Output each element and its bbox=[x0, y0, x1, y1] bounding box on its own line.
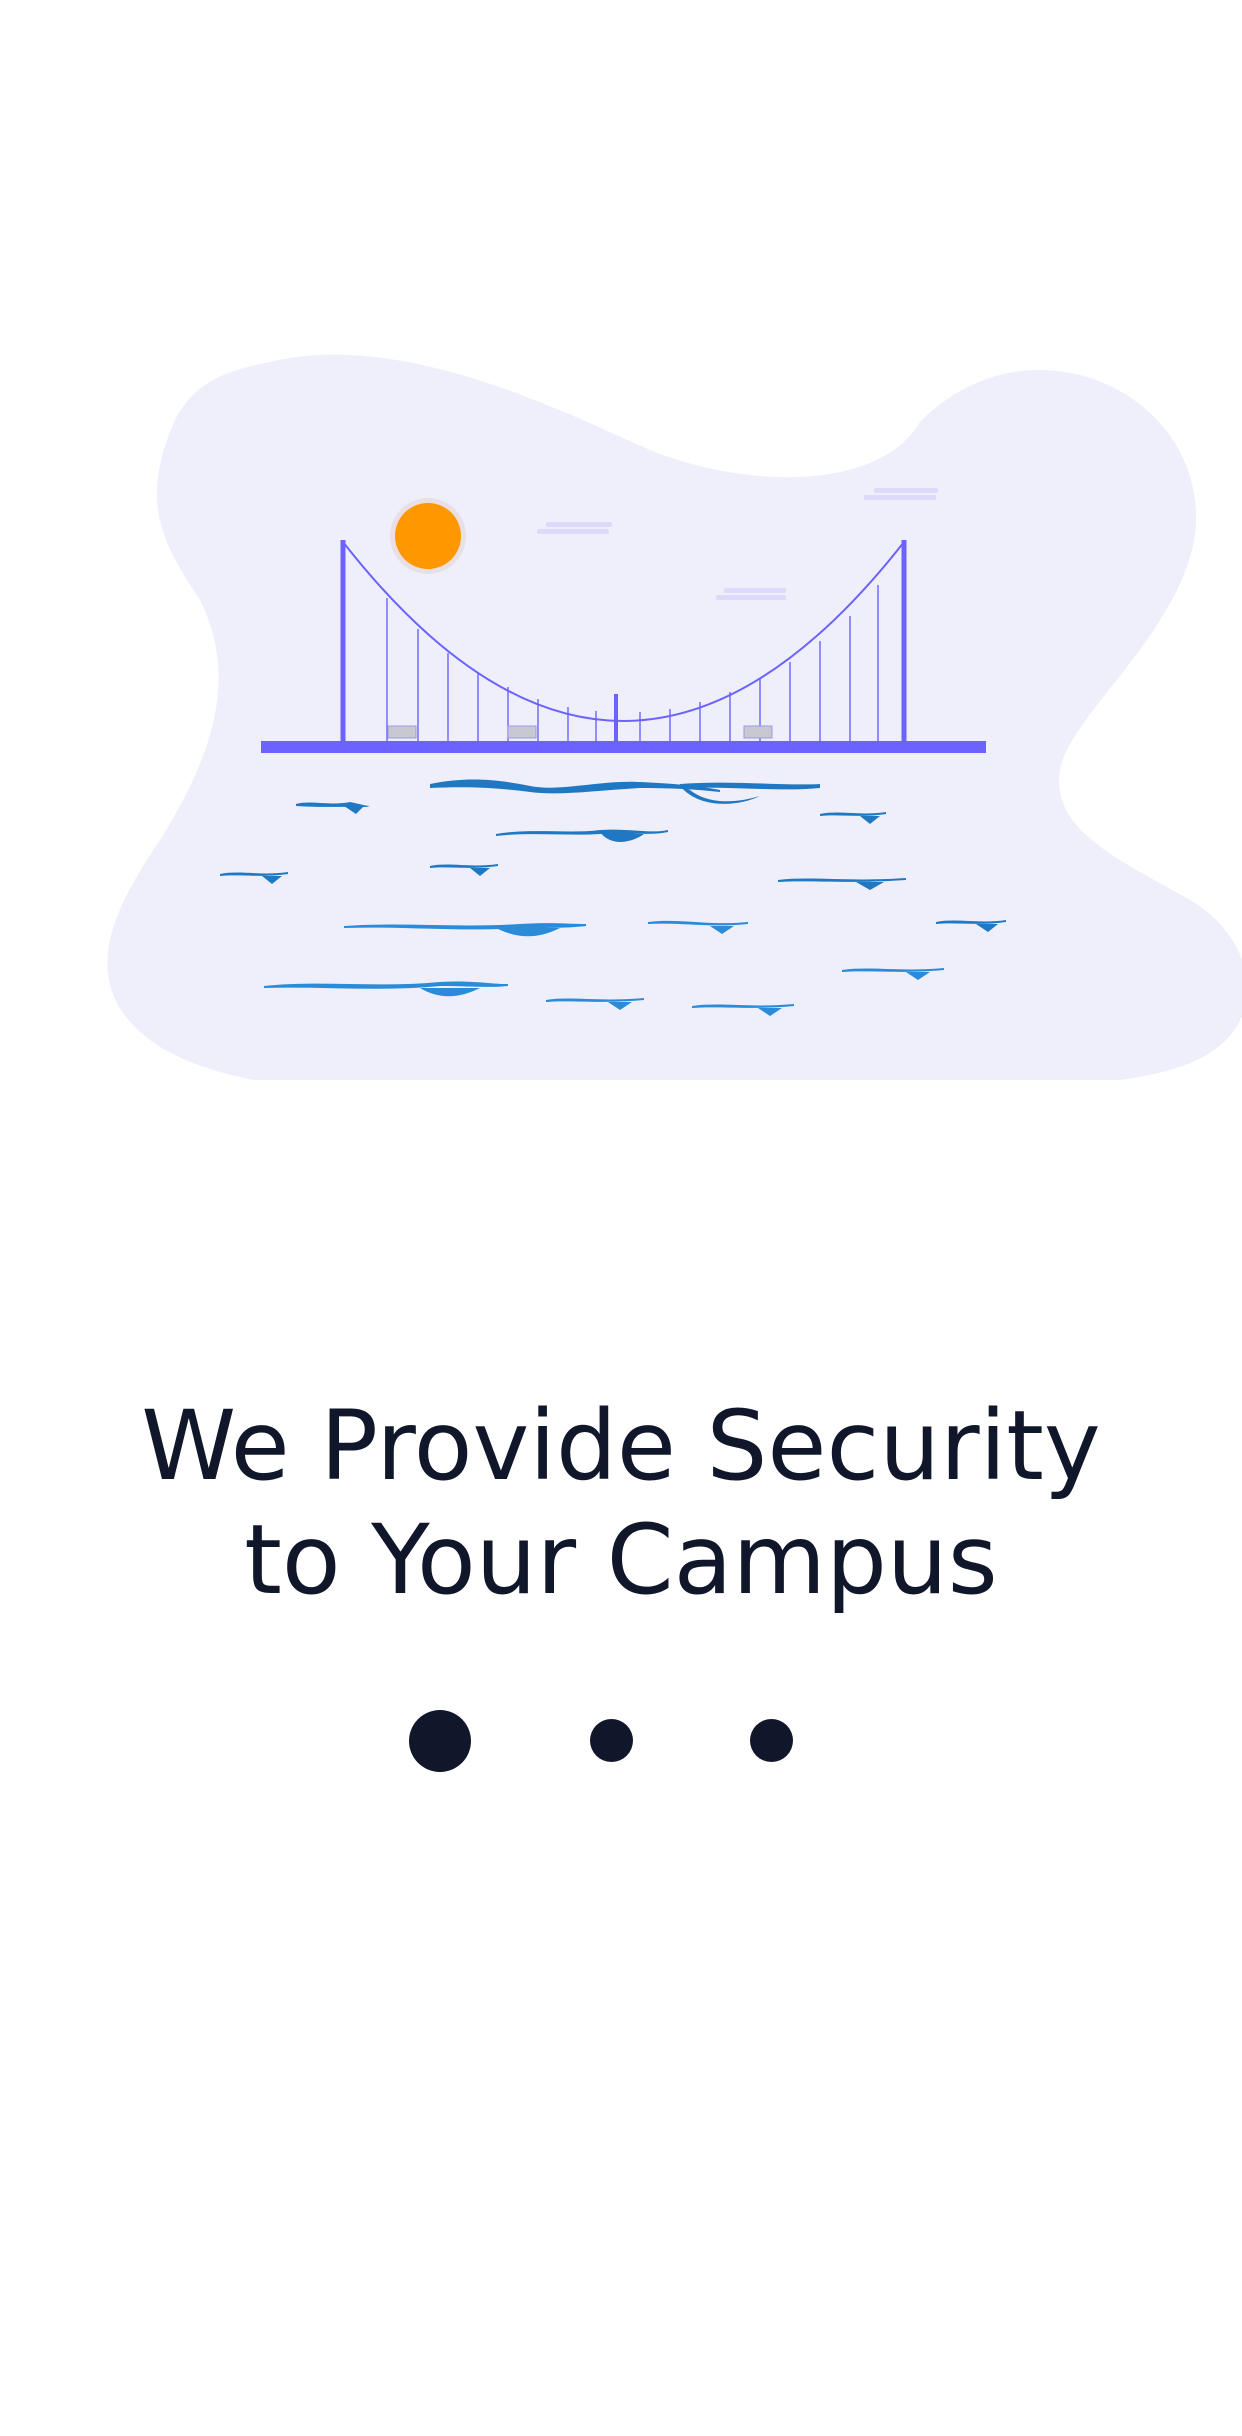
bridge-illustration bbox=[0, 340, 1242, 1080]
page-dot-2[interactable] bbox=[590, 1719, 633, 1762]
page-dot-3[interactable] bbox=[750, 1719, 793, 1762]
bridge-deck bbox=[261, 741, 986, 753]
onboarding-screen: We Provide Security to Your Campus bbox=[0, 0, 1242, 2436]
page-dot-1-active[interactable] bbox=[409, 1710, 471, 1772]
bridge-scene-svg bbox=[107, 354, 1242, 1080]
background-blob bbox=[107, 354, 1242, 1080]
headline-line-1: We Provide Security bbox=[141, 1390, 1101, 1503]
onboarding-headline: We Provide Security to Your Campus bbox=[0, 1389, 1242, 1617]
page-indicator bbox=[0, 1710, 1242, 1772]
headline-line-2: to Your Campus bbox=[244, 1504, 998, 1617]
